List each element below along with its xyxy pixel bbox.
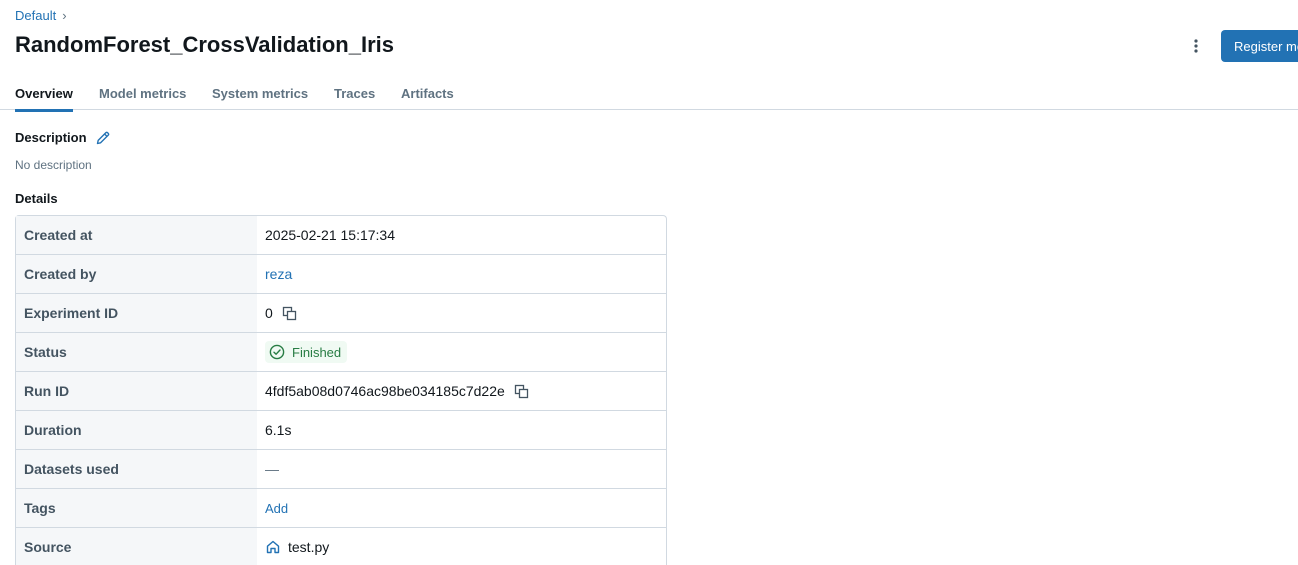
description-heading: Description (15, 130, 87, 145)
chevron-right-icon: › (62, 8, 67, 23)
tags-label: Tags (16, 489, 257, 527)
run-id-value: 4fdf5ab08d0746ac98be034185c7d22e (265, 383, 505, 399)
duration-label: Duration (16, 411, 257, 449)
breadcrumb: Default › (15, 8, 67, 23)
tab-artifacts[interactable]: Artifacts (401, 86, 454, 109)
status-text: Finished (292, 344, 342, 360)
experiment-id-label: Experiment ID (16, 294, 257, 332)
table-row: Experiment ID 0 (16, 294, 666, 333)
tab-model-metrics[interactable]: Model metrics (99, 86, 186, 109)
experiment-id-value: 0 (265, 305, 273, 321)
table-row: Status Finished (16, 333, 666, 372)
details-table: Created at 2025-02-21 15:17:34 Created b… (15, 215, 667, 565)
status-badge: Finished (265, 341, 348, 363)
table-row: Tags Add (16, 489, 666, 528)
details-heading: Details (15, 191, 58, 206)
page-title: RandomForest_CrossValidation_Iris (15, 32, 394, 57)
status-label: Status (16, 333, 257, 371)
duration-value: 6.1s (265, 422, 292, 438)
copy-icon[interactable] (514, 384, 529, 399)
kebab-menu-icon[interactable] (1186, 36, 1206, 56)
description-empty-text: No description (15, 158, 92, 172)
created-at-value: 2025-02-21 15:17:34 (265, 227, 395, 243)
tab-traces[interactable]: Traces (334, 86, 375, 109)
run-id-label: Run ID (16, 372, 257, 410)
check-circle-icon (269, 344, 285, 360)
tab-system-metrics[interactable]: System metrics (212, 86, 308, 109)
table-row: Duration 6.1s (16, 411, 666, 450)
run-details-page: Default › RandomForest_CrossValidation_I… (0, 0, 1298, 565)
add-tag-link[interactable]: Add (265, 501, 288, 516)
datasets-used-label: Datasets used (16, 450, 257, 488)
tab-overview[interactable]: Overview (15, 86, 73, 112)
pencil-icon[interactable] (95, 130, 111, 146)
table-row: Created by reza (16, 255, 666, 294)
table-row: Source test.py (16, 528, 666, 565)
tab-bar: Overview Model metrics System metrics Tr… (0, 80, 1298, 112)
register-model-button[interactable]: Register model (1221, 30, 1298, 62)
created-by-label: Created by (16, 255, 257, 293)
table-row: Datasets used — (16, 450, 666, 489)
created-by-user-link[interactable]: reza (265, 266, 292, 282)
table-row: Created at 2025-02-21 15:17:34 (16, 216, 666, 255)
copy-icon[interactable] (282, 306, 297, 321)
source-label: Source (16, 528, 257, 565)
created-at-label: Created at (16, 216, 257, 254)
datasets-used-value: — (265, 461, 279, 477)
home-icon (265, 539, 281, 555)
source-value[interactable]: test.py (288, 539, 329, 555)
breadcrumb-experiment-link[interactable]: Default (15, 8, 56, 23)
table-row: Run ID 4fdf5ab08d0746ac98be034185c7d22e (16, 372, 666, 411)
